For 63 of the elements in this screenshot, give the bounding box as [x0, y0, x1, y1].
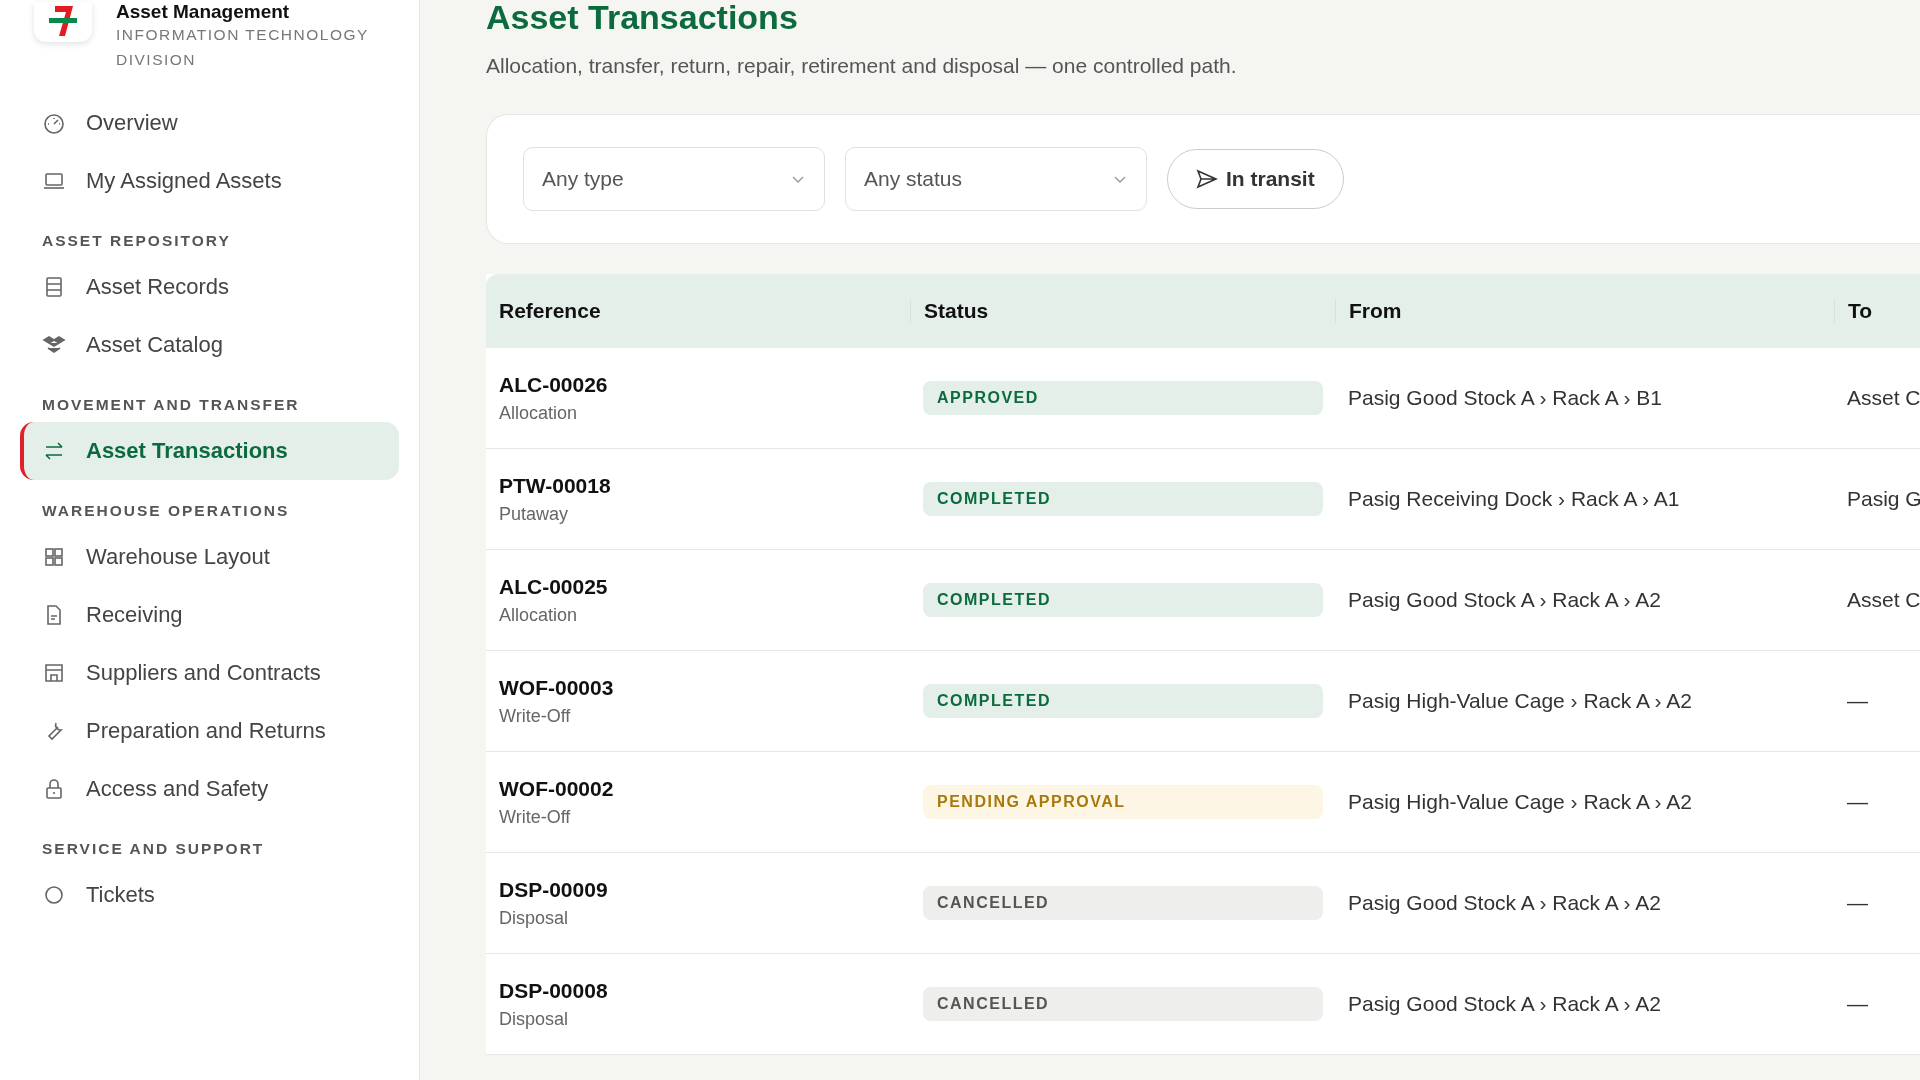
nav-item[interactable]: My Assigned Assets	[20, 152, 399, 211]
transaction-type: Write-Off	[499, 806, 572, 828]
transaction-type: Allocation	[499, 604, 579, 626]
transaction-type: Allocation	[499, 402, 579, 424]
table-cell: —	[1847, 891, 1868, 914]
table-cell: Asset C	[1847, 588, 1920, 611]
table-cell: Pasig G	[1847, 487, 1920, 510]
status-badge: APPROVED	[923, 381, 1323, 415]
column-header: From	[1335, 299, 1834, 323]
table-cell: Pasig Good Stock A › Rack A › B1	[1348, 386, 1662, 409]
section-heading: WAREHOUSE OPERATIONS	[41, 501, 291, 522]
nav-item[interactable]: Receiving	[20, 586, 399, 645]
transaction-type: Write-Off	[499, 705, 572, 727]
type-select[interactable]: Any type	[523, 147, 825, 211]
nav-item[interactable]: Asset Catalog	[20, 316, 399, 375]
column-header: To	[1834, 299, 1920, 323]
transaction-type: Putaway	[499, 503, 570, 525]
table-cell: —	[1847, 790, 1868, 813]
section-heading: SERVICE AND SUPPORT	[41, 839, 266, 860]
division-label: INFORMATION TECHNOLOGY DIVISION	[116, 24, 370, 70]
status-select[interactable]: Any status	[845, 147, 1147, 211]
table-cell: Pasig Good Stock A › Rack A › A2	[1348, 588, 1661, 611]
section-heading: ASSET REPOSITORY	[41, 231, 232, 252]
reference-code: ALC-00026	[499, 372, 609, 397]
nav-item[interactable]: Suppliers and Contracts	[20, 644, 399, 703]
reference-code: WOF-00002	[499, 776, 615, 801]
nav-item[interactable]: Asset Transactions	[20, 422, 399, 481]
status-badge: COMPLETED	[923, 684, 1323, 718]
section-heading: MOVEMENT AND TRANSFER	[41, 395, 301, 416]
column-header: Status	[910, 299, 1335, 323]
nav-item[interactable]: Overview	[20, 94, 399, 153]
page-subtitle: Allocation, transfer, return, repair, retirement and disposal — one controlled path.	[486, 54, 1238, 78]
column-header: Reference	[498, 299, 602, 323]
table-cell: Pasig Good Stock A › Rack A › A2	[1348, 891, 1661, 914]
table-cell: Pasig Receiving Dock › Rack A › A1	[1348, 487, 1680, 510]
table-cell: Pasig High-Value Cage › Rack A › A2	[1348, 790, 1692, 813]
table-cell: Pasig High-Value Cage › Rack A › A2	[1348, 689, 1692, 712]
table-cell: —	[1847, 689, 1868, 712]
transaction-type: Disposal	[499, 1008, 570, 1030]
nav-item[interactable]: Tickets	[20, 866, 399, 925]
reference-code: DSP-00009	[499, 877, 609, 902]
nav-item[interactable]: Warehouse Layout	[20, 528, 399, 587]
reference-code: PTW-00018	[499, 473, 612, 498]
status-badge: CANCELLED	[923, 987, 1323, 1021]
transaction-type: Disposal	[499, 907, 570, 929]
status-badge: COMPLETED	[923, 482, 1323, 516]
reference-code: ALC-00025	[499, 574, 609, 599]
table-cell: —	[1847, 992, 1868, 1015]
page-title: Asset Transactions	[486, 0, 799, 34]
gauge-icon	[42, 111, 66, 136]
send-icon	[1196, 169, 1218, 189]
status-badge: PENDING APPROVAL	[923, 785, 1323, 819]
reference-code: WOF-00003	[499, 675, 615, 700]
nav-item[interactable]: Preparation and Returns	[20, 702, 399, 761]
table-cell: Pasig Good Stock A › Rack A › A2	[1348, 992, 1661, 1015]
nav-item[interactable]: Access and Safety	[20, 760, 399, 819]
nav-item[interactable]: Asset Records	[20, 258, 399, 317]
reference-code: DSP-00008	[499, 978, 609, 1003]
table-cell: Asset C	[1847, 386, 1920, 409]
status-badge: COMPLETED	[923, 583, 1323, 617]
status-badge: CANCELLED	[923, 886, 1323, 920]
in-transit-button[interactable]: In transit	[1167, 149, 1344, 209]
app-title: Asset Management	[116, 2, 291, 23]
